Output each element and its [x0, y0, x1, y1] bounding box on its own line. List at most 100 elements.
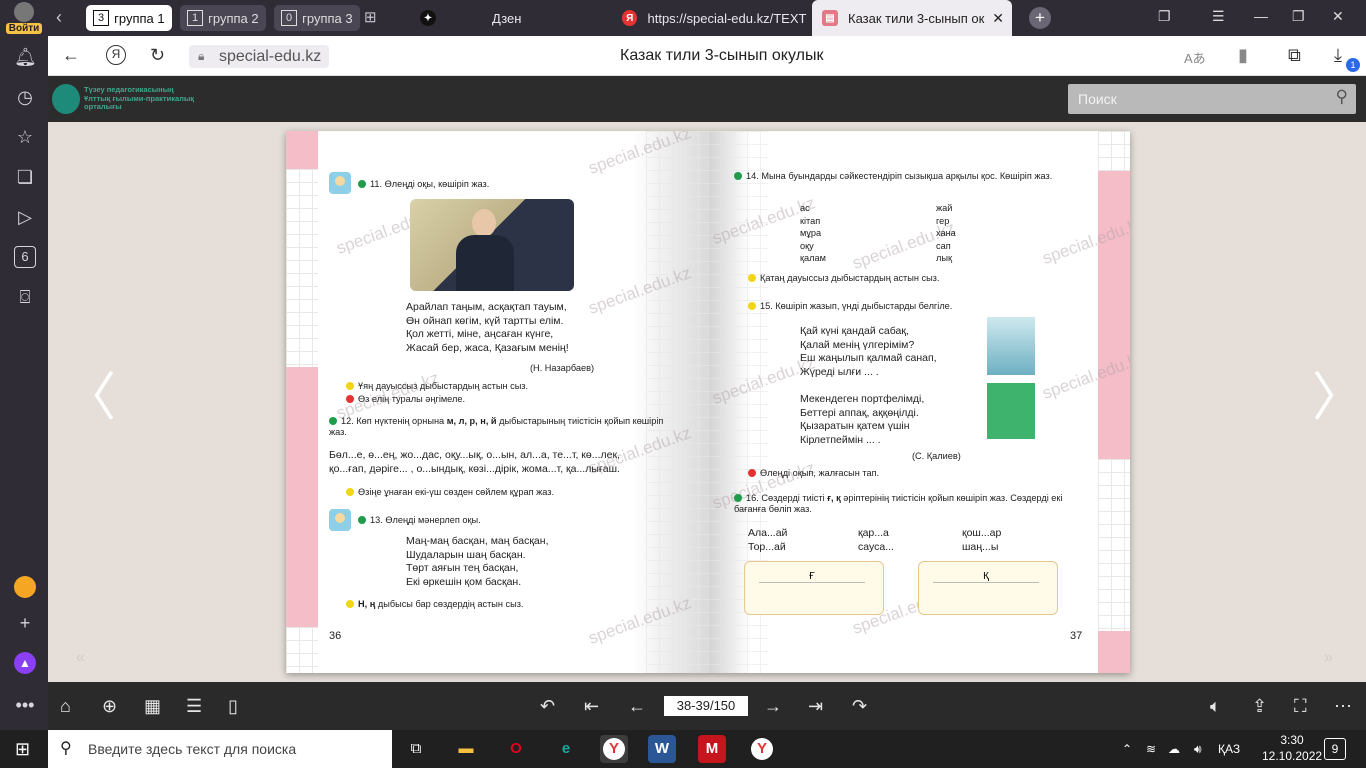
task-view-icon[interactable]: ⧉: [402, 735, 430, 763]
task-yellow-2: Өзіңе ұнаған екі-үш сөзден сөйлем құрап …: [346, 487, 554, 498]
page-title: Казак тили 3-сынып окулык: [620, 47, 824, 64]
close-icon[interactable]: ✕: [992, 10, 1004, 27]
extensions-icon[interactable]: ⧉: [1288, 45, 1301, 66]
new-tab-button[interactable]: +: [1029, 7, 1051, 29]
login-button[interactable]: Войти: [0, 0, 48, 36]
first-page-icon[interactable]: ⇤: [584, 696, 599, 717]
logo-text: Түзеу педагогикасының Ұлттық ғылыми-прак…: [84, 85, 195, 112]
play-icon[interactable]: ▷: [14, 206, 36, 228]
grid-margin: [1098, 459, 1130, 631]
last-page-icon[interactable]: ⇥: [808, 696, 823, 717]
notification-badge[interactable]: 9: [1324, 738, 1346, 760]
tray-chevron-icon[interactable]: ⌃: [1122, 742, 1132, 756]
tabs-menu-icon[interactable]: ❐: [1158, 8, 1171, 25]
fit-page-icon[interactable]: ▯: [228, 696, 238, 717]
search-input[interactable]: [1068, 84, 1318, 114]
file-explorer-icon[interactable]: ▬: [452, 735, 480, 763]
home-icon[interactable]: ⌂: [60, 696, 71, 717]
redo-icon[interactable]: ↷: [852, 696, 867, 717]
bookmark-icon[interactable]: ▮: [1238, 45, 1248, 66]
page-number-left: 36: [329, 630, 342, 642]
search-icon[interactable]: ⚲: [1336, 87, 1348, 107]
download-badge: 1: [1346, 58, 1360, 72]
pairs-right-column: жай гер хана сап лық: [936, 203, 956, 263]
group-label: группа 1: [114, 10, 165, 26]
network-icon[interactable]: ≋: [1146, 742, 1156, 756]
history-icon[interactable]: ◷: [14, 86, 36, 108]
next-icon[interactable]: →: [764, 696, 782, 717]
opera-icon[interactable]: O: [502, 735, 530, 763]
page-left[interactable]: special.edu.kz special.edu.kz special.ed…: [286, 131, 708, 673]
prev-page-icon[interactable]: 〈: [64, 372, 116, 424]
sound-icon[interactable]: 🔈︎: [1210, 696, 1221, 717]
diary-picture: [987, 317, 1035, 375]
share-icon[interactable]: ⇪: [1252, 696, 1267, 717]
chevron-left-icon[interactable]: ‹: [56, 7, 62, 28]
fullscreen-icon[interactable]: ⛶: [1294, 696, 1307, 717]
grid-margin: [286, 169, 318, 367]
translate-icon[interactable]: Aあ: [1184, 48, 1206, 67]
double-left-icon: «: [76, 649, 85, 666]
clock[interactable]: 3:30 12.10.2022: [1262, 732, 1322, 764]
windows-start-icon[interactable]: ⊞: [15, 739, 30, 760]
prev-icon[interactable]: ←: [628, 696, 646, 717]
green-dot-icon: [734, 494, 742, 502]
yandex-logo-icon[interactable]: Я: [106, 45, 126, 65]
zoom-icon[interactable]: ⊕: [102, 696, 117, 717]
reload-icon[interactable]: ↻: [150, 45, 165, 66]
add-panel-icon[interactable]: +: [14, 612, 36, 634]
thumbnails-icon[interactable]: ▦: [144, 696, 161, 717]
task-red-1: Өз елің туралы әңгімеле.: [346, 394, 465, 405]
download-icon[interactable]: ⤓: [1334, 45, 1342, 66]
media-icon[interactable]: M: [698, 735, 726, 763]
collections-icon[interactable]: ❏: [14, 166, 36, 188]
answer-box-gh: Ғ: [744, 561, 884, 615]
alice-icon[interactable]: ▲: [14, 652, 36, 674]
tab-group-3[interactable]: 0 группа 3: [274, 5, 360, 31]
url-field[interactable]: 🔒︎ special-edu.kz: [189, 45, 330, 68]
star-icon[interactable]: ☆: [14, 126, 36, 148]
language-indicator[interactable]: ҚАЗ: [1218, 742, 1240, 756]
tab-special-edu[interactable]: Я https://special-edu.kz/TEXT: [612, 0, 812, 36]
grid-margin: [1098, 131, 1130, 171]
tab-kazak-tili[interactable]: ▤ Казак тили 3-сынып ок ✕: [812, 0, 1012, 36]
site-header: Түзеу педагогикасының Ұлттық ғылыми-прак…: [48, 76, 1366, 122]
edge-icon[interactable]: e: [552, 735, 580, 763]
apps-badge[interactable]: 6: [14, 246, 36, 268]
more-options-icon[interactable]: ⋯: [1334, 696, 1352, 717]
page-indicator[interactable]: 38-39/150: [664, 696, 748, 716]
pink-margin: [286, 367, 318, 627]
taskbar-search[interactable]: ⚲ Введите здесь текст для поиска: [48, 730, 392, 768]
bell-icon[interactable]: 🔔︎: [14, 46, 37, 68]
page-right[interactable]: special.edu.kz special.edu.kz special.ed…: [708, 131, 1130, 673]
close-window-icon[interactable]: ✕: [1332, 8, 1344, 25]
back-arrow-icon[interactable]: ←: [62, 45, 80, 66]
url-text: special-edu.kz: [219, 48, 322, 65]
next-page-icon[interactable]: 〉: [1312, 372, 1364, 424]
answer-box-q: Қ: [918, 561, 1058, 615]
word-icon[interactable]: W: [648, 735, 676, 763]
tab-group-2[interactable]: 1 группа 2: [180, 5, 266, 31]
menu-icon[interactable]: ☰: [1212, 8, 1225, 25]
red-dot-icon: [346, 395, 354, 403]
onedrive-icon[interactable]: ☁: [1168, 742, 1180, 756]
more-icon[interactable]: •••: [14, 694, 36, 716]
site-logo[interactable]: Түзеу педагогикасының Ұлттық ғылыми-прак…: [52, 82, 202, 116]
list-icon[interactable]: ☰: [186, 696, 202, 717]
tab-group-1[interactable]: 3 группа 1: [86, 5, 172, 31]
camera-icon[interactable]: ⌼: [14, 286, 36, 308]
yandex-icon[interactable]: Y: [748, 735, 776, 763]
minimize-icon[interactable]: —: [1254, 8, 1268, 24]
volume-icon[interactable]: 🔊︎: [1194, 742, 1202, 757]
tab-dzen[interactable]: ✦ Дзен: [410, 0, 610, 36]
yellow-dot-icon: [346, 600, 354, 608]
new-group-icon[interactable]: ⊞: [364, 8, 377, 26]
taskbar-search-placeholder: Введите здесь текст для поиска: [88, 741, 297, 757]
restore-icon[interactable]: ❐: [1292, 8, 1305, 25]
yandex-browser-icon[interactable]: Y: [600, 735, 628, 763]
undo-icon[interactable]: ↶: [540, 696, 555, 717]
words-12: Бөл...е, ө...ең, жо...дас, оқу...ық, о..…: [329, 449, 620, 475]
browser-sidebar: 🔔︎ ◷ ☆ ❏ ▷ 6 ⌼ + ▲ •••: [0, 36, 48, 730]
task-red-r1: Өлеңді оқып, жалғасын тап.: [748, 468, 879, 479]
mail-icon[interactable]: [14, 576, 36, 598]
